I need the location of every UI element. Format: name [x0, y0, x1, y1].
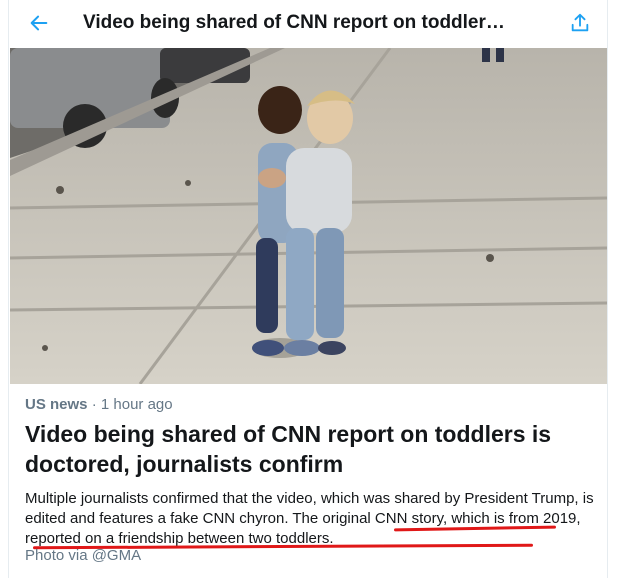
moment-card: Video being shared of CNN report on todd…: [8, 0, 608, 578]
toddlers-hugging-image: [10, 48, 607, 384]
arrow-left-icon: [30, 15, 48, 31]
header-title: Video being shared of CNN report on todd…: [83, 12, 505, 33]
article-photo[interactable]: [10, 48, 607, 384]
back-button[interactable]: [23, 7, 55, 39]
meta-separator: ·: [91, 396, 97, 413]
article-summary: Multiple journalists confirmed that the …: [25, 489, 600, 549]
article-meta: US news · 1 hour ago: [25, 395, 173, 415]
photo-credit: Photo via @GMA: [25, 547, 142, 564]
category-link[interactable]: US news: [25, 396, 88, 413]
share-button[interactable]: [565, 8, 595, 38]
timestamp: 1 hour ago: [100, 396, 173, 413]
header-bar: Video being shared of CNN report on todd…: [9, 0, 607, 46]
article-headline[interactable]: Video being shared of CNN report on todd…: [25, 419, 600, 479]
share-upload-icon: [571, 13, 589, 32]
